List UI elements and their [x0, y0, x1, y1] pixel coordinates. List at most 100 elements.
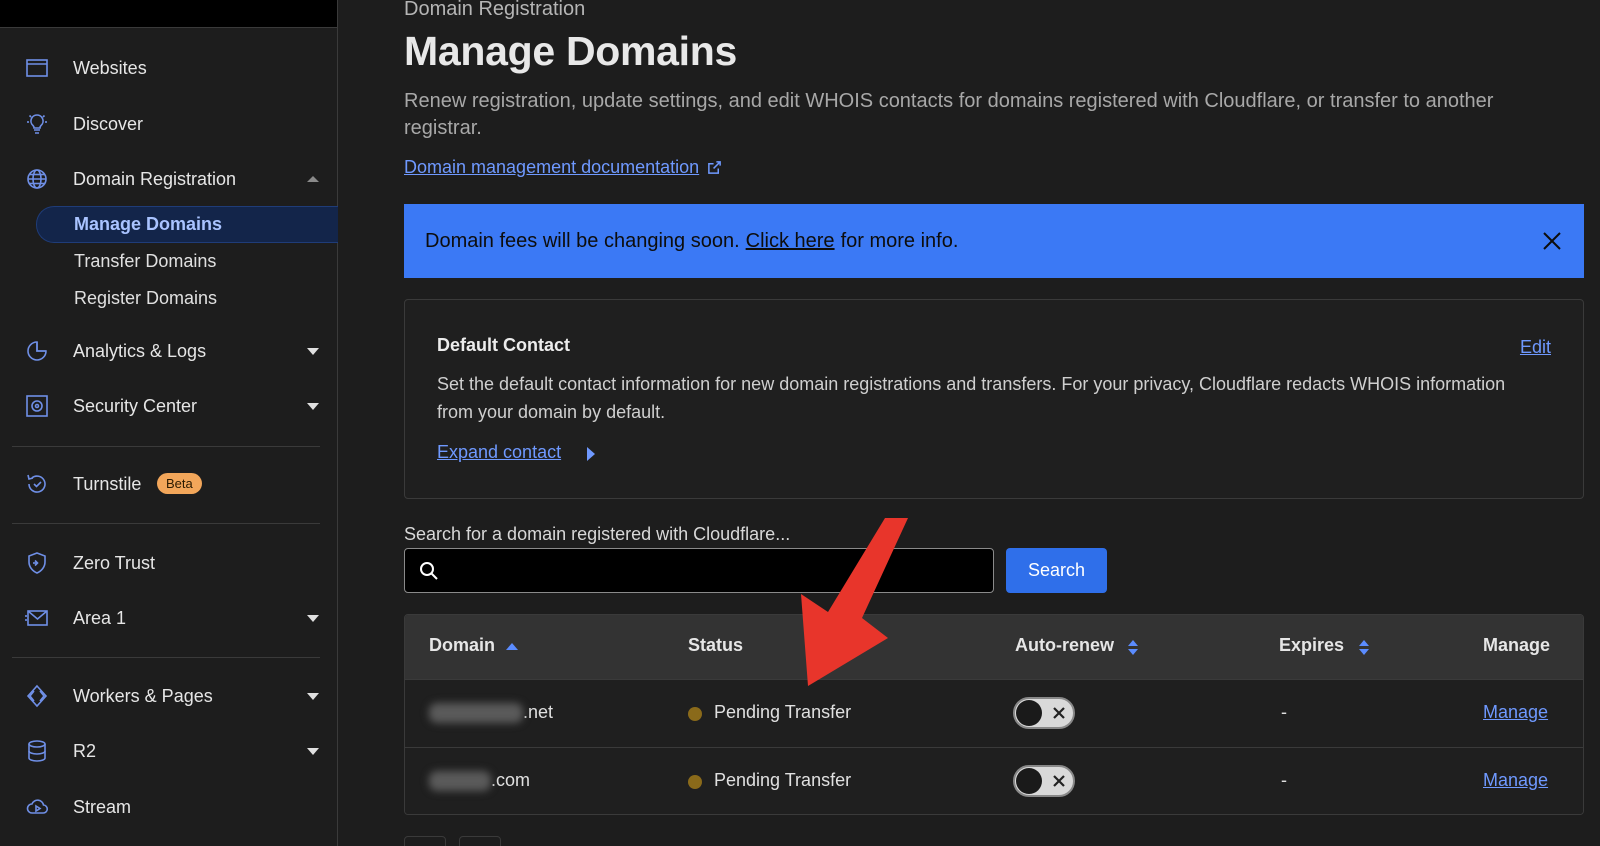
sidebar-subitem-manage-domains[interactable]: Manage Domains	[74, 214, 222, 235]
sidebar: Websites Discover Domain Registration Ma…	[0, 0, 338, 846]
sidebar-divider	[12, 446, 320, 447]
sidebar-subitem-register-domains[interactable]: Register Domains	[74, 288, 217, 309]
banner-text-after: for more info.	[840, 229, 959, 252]
status-text: Pending Transfer	[714, 770, 852, 790]
sidebar-item-label: Discover	[73, 113, 144, 134]
external-link-icon	[708, 161, 722, 174]
search-label: Search for a domain registered with Clou…	[404, 524, 791, 544]
expires-cell: -	[1281, 702, 1287, 722]
column-header-auto-renew[interactable]: Auto-renew	[1015, 635, 1114, 656]
sidebar-item-label: Workers & Pages	[73, 685, 213, 706]
envelope-icon	[24, 605, 50, 631]
status-indicator	[688, 775, 702, 789]
chevron-down-icon	[307, 615, 319, 622]
chevron-down-icon	[307, 748, 319, 755]
sidebar-item-label: Area 1	[73, 607, 127, 628]
sidebar-item-r2[interactable]: R2	[0, 731, 338, 771]
table-row: .net Pending Transfer - Manage	[405, 679, 1583, 747]
sidebar-item-domain-registration[interactable]: Domain Registration	[0, 159, 338, 199]
beta-badge: Beta	[157, 473, 202, 494]
domain-cell: .net	[429, 702, 553, 724]
banner-text: Domain fees will be changing soon.	[425, 229, 740, 252]
sidebar-item-zero-trust[interactable]: Zero Trust	[0, 543, 338, 583]
expires-cell: -	[1281, 770, 1287, 790]
default-contact-card: Default Contact Edit Set the default con…	[404, 299, 1584, 499]
card-title: Default Contact	[437, 335, 571, 355]
workers-icon	[24, 683, 50, 709]
chevron-down-icon	[307, 348, 319, 355]
domains-table: Domain Status Auto-renew Expires Manage …	[404, 614, 1584, 815]
sidebar-item-workers-pages[interactable]: Workers & Pages	[0, 676, 338, 716]
info-banner: Domain fees will be changing soon. Click…	[404, 204, 1584, 278]
auto-renew-toggle[interactable]	[1013, 765, 1075, 797]
sidebar-item-websites[interactable]: Websites	[0, 48, 338, 88]
database-icon	[24, 738, 50, 764]
column-header-domain[interactable]: Domain	[429, 635, 495, 656]
lightbulb-icon	[24, 111, 50, 137]
breadcrumb[interactable]: Domain Registration	[404, 0, 585, 21]
close-icon	[1052, 774, 1066, 788]
globe-icon	[24, 166, 50, 192]
page-description: Renew registration, update settings, and…	[404, 90, 1494, 139]
column-header-expires[interactable]: Expires	[1279, 635, 1344, 656]
banner-link[interactable]: Click here	[746, 230, 835, 253]
domain-suffix: .com	[491, 770, 531, 790]
sidebar-item-label: Stream	[73, 796, 132, 817]
browser-window-icon	[24, 55, 50, 81]
account-header	[0, 0, 337, 28]
page-title: Manage Domains	[404, 28, 737, 74]
sort-icon[interactable]	[1359, 640, 1369, 656]
manage-link[interactable]: Manage	[1483, 770, 1548, 791]
search-icon	[420, 562, 438, 580]
close-icon	[1052, 706, 1066, 720]
chevron-down-icon	[307, 693, 319, 700]
annotation-arrow-icon	[801, 518, 908, 686]
status-indicator	[688, 707, 702, 721]
sidebar-item-label: Security Center	[73, 395, 198, 416]
pagination-button[interactable]	[459, 836, 501, 846]
sidebar-item-discover[interactable]: Discover	[0, 104, 338, 144]
cloud-play-icon	[24, 794, 50, 820]
sidebar-item-label: Turnstile	[73, 473, 142, 494]
manage-link[interactable]: Manage	[1483, 702, 1548, 723]
status-text: Pending Transfer	[714, 702, 852, 722]
turnstile-icon	[24, 471, 50, 497]
table-header: Domain Status Auto-renew Expires Manage	[405, 615, 1583, 679]
card-description: Set the default contact information for …	[437, 374, 1506, 422]
search-button[interactable]: Search	[1006, 548, 1107, 593]
redacted-domain-name	[429, 703, 523, 724]
edit-contact-link[interactable]: Edit	[1520, 337, 1551, 358]
toggle-knob	[1016, 768, 1042, 794]
documentation-link[interactable]: Domain management documentation	[404, 157, 722, 178]
column-header-status: Status	[688, 635, 744, 655]
chevron-up-icon	[307, 176, 319, 182]
expand-contact-link[interactable]: Expand contact	[437, 442, 561, 463]
sort-ascending-icon[interactable]	[506, 643, 518, 650]
zero-trust-icon	[24, 550, 50, 576]
sidebar-item-stream[interactable]: Stream	[0, 787, 338, 827]
sidebar-subitem-transfer-domains[interactable]: Transfer Domains	[74, 251, 216, 272]
sidebar-divider	[12, 657, 320, 658]
main-content: Domain Registration Manage Domains Renew…	[338, 0, 1600, 846]
sidebar-item-label: Websites	[73, 57, 147, 78]
close-icon[interactable]	[1542, 231, 1562, 251]
sidebar-item-label: Zero Trust	[73, 552, 156, 573]
table-row: .com Pending Transfer - Manage	[405, 747, 1583, 814]
sidebar-item-analytics-logs[interactable]: Analytics & Logs	[0, 331, 338, 371]
auto-renew-toggle[interactable]	[1013, 697, 1075, 729]
sort-icon[interactable]	[1128, 640, 1138, 656]
column-header-manage: Manage	[1483, 635, 1551, 655]
sidebar-item-area-1[interactable]: Area 1	[0, 598, 338, 638]
sidebar-item-label: R2	[73, 740, 97, 761]
sidebar-divider	[12, 523, 320, 524]
pagination-button[interactable]	[404, 836, 446, 846]
security-icon	[24, 393, 50, 419]
sidebar-item-security-center[interactable]: Security Center	[0, 386, 338, 426]
redacted-domain-name	[429, 771, 491, 792]
pie-chart-icon	[24, 338, 50, 364]
toggle-knob	[1016, 700, 1042, 726]
sidebar-item-label: Domain Registration	[73, 168, 237, 189]
chevron-down-icon	[307, 403, 319, 410]
domain-cell: .com	[429, 770, 531, 792]
sidebar-item-label: Analytics & Logs	[73, 340, 207, 361]
